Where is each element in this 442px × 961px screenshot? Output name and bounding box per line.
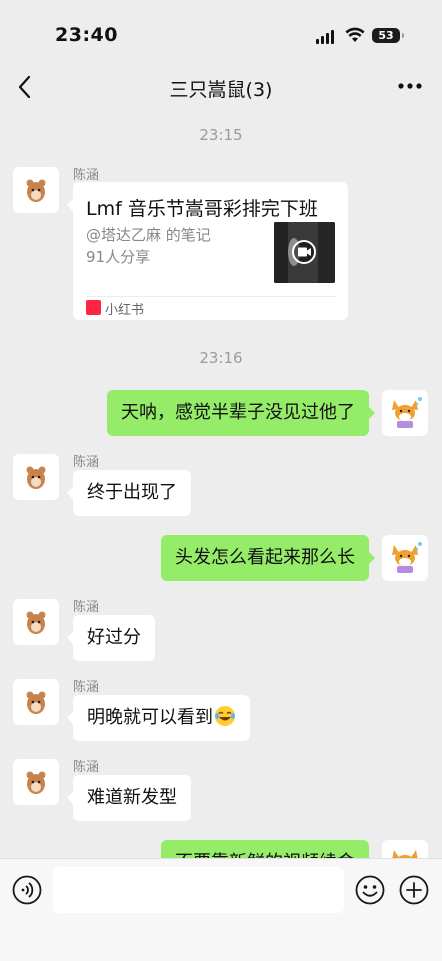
chat-header: 三只嵩鼠(3) (0, 62, 442, 112)
message-bubble-outgoing[interactable]: 头发怎么看起来那么长 (161, 535, 375, 581)
chat-title: 三只嵩鼠(3) (169, 79, 273, 101)
avatar[interactable] (13, 454, 59, 500)
shared-note-card[interactable]: Lmf 音乐节嵩哥彩排完下班 @塔达乙麻 的笔记 91人分享 小红书 (67, 182, 348, 320)
avatar[interactable] (13, 679, 59, 725)
my-avatar[interactable] (382, 390, 428, 436)
card-divider (86, 296, 335, 297)
cellular-signal-icon (316, 30, 338, 44)
tears-of-joy-emoji-icon (215, 706, 235, 726)
battery-icon: 53 (372, 28, 404, 43)
card-author: @塔达乙麻 的笔记 (86, 226, 211, 244)
sender-name: 陈涵 (73, 168, 100, 183)
message-input[interactable] (53, 867, 344, 913)
sender-name: 陈涵 (73, 455, 100, 470)
timestamp: 23:16 (199, 349, 243, 367)
sender-name: 陈涵 (73, 600, 100, 615)
input-bar (0, 858, 442, 961)
message-bubble-incoming[interactable]: 明晚就可以看到 (67, 695, 250, 741)
message-bubble-incoming[interactable]: 好过分 (67, 615, 155, 661)
my-avatar[interactable] (382, 840, 428, 858)
status-bar: 23:40 53 (0, 0, 442, 62)
message-bubble-outgoing[interactable]: 天呐，感觉半辈子没见过他了 (107, 390, 375, 436)
sender-name: 陈涵 (73, 760, 100, 775)
card-source: 小红书 (105, 303, 145, 318)
message-list[interactable]: 23:15 陈涵 Lmf 音乐节嵩哥彩排完下班 @塔达乙麻 的笔记 91人分享 (0, 112, 442, 858)
message-bubble-incoming[interactable]: 终于出现了 (67, 470, 191, 516)
avatar[interactable] (13, 167, 59, 213)
timestamp: 23:15 (199, 126, 243, 144)
plus-icon[interactable] (399, 875, 429, 905)
status-time: 23:40 (55, 24, 118, 46)
wifi-icon (345, 27, 365, 42)
my-avatar[interactable] (382, 535, 428, 581)
avatar[interactable] (13, 759, 59, 805)
xiaohongshu-logo-icon (86, 300, 101, 315)
video-thumbnail[interactable] (274, 222, 335, 283)
voice-icon[interactable] (12, 875, 42, 905)
more-dots-icon[interactable] (398, 76, 422, 96)
avatar[interactable] (13, 599, 59, 645)
card-share-count: 91人分享 (86, 248, 151, 266)
message-text: 明晚就可以看到 (87, 707, 213, 728)
card-title: Lmf 音乐节嵩哥彩排完下班 (86, 198, 318, 220)
message-bubble-outgoing[interactable]: 不要靠新鲜的视频续命 (161, 840, 375, 858)
sender-name: 陈涵 (73, 680, 100, 695)
smile-icon[interactable] (355, 875, 385, 905)
message-bubble-incoming[interactable]: 难道新发型 (67, 775, 191, 821)
